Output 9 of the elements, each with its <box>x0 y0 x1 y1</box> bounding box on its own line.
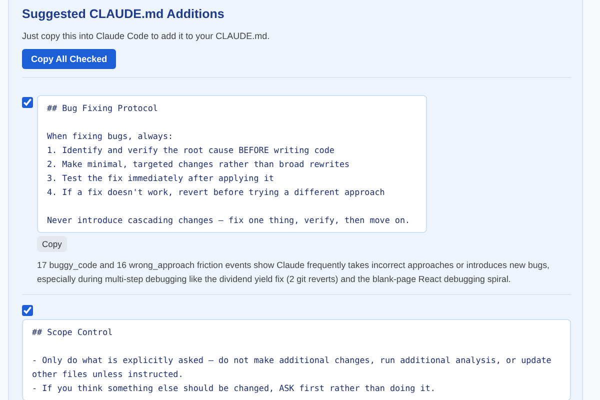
rationale-text: 17 buggy_code and 16 wrong_approach friction events show Claude frequently takes incorrect approaches or introduces new bugs, especially during multi-step debugging like the dividend yield fix (2 git reverts) and the blank-page React debugging spiral. <box>37 259 550 286</box>
checkbox[interactable] <box>22 97 33 108</box>
code-block: ## Scope Control - Only do what is explicitly asked — do not make additional changes, run additional analysis, or update other files unless instructed. - If you think something else should be changed, ASK first rather than doing it. <box>22 319 571 400</box>
copy-all-button[interactable]: Copy All Checked <box>22 49 116 69</box>
copy-button[interactable]: Copy <box>37 236 67 252</box>
checkbox[interactable] <box>22 305 33 316</box>
section-title: Suggested CLAUDE.md Additions <box>22 6 226 22</box>
code-block: ## Bug Fixing Protocol When fixing bugs, always: 1. Identify and verify the root cause BEFORE writing code 2. Make minimal, targeted changes rather than broad rewrites 3. Test the fix immediately after applying it 4. If a fix doesn't work, revert before trying a different approach Never introduce cascading changes — fix one thing, verify, then move on. <box>37 95 427 233</box>
section-description: Just copy this into Claude Code to add it to your CLAUDE.md. <box>22 31 271 41</box>
